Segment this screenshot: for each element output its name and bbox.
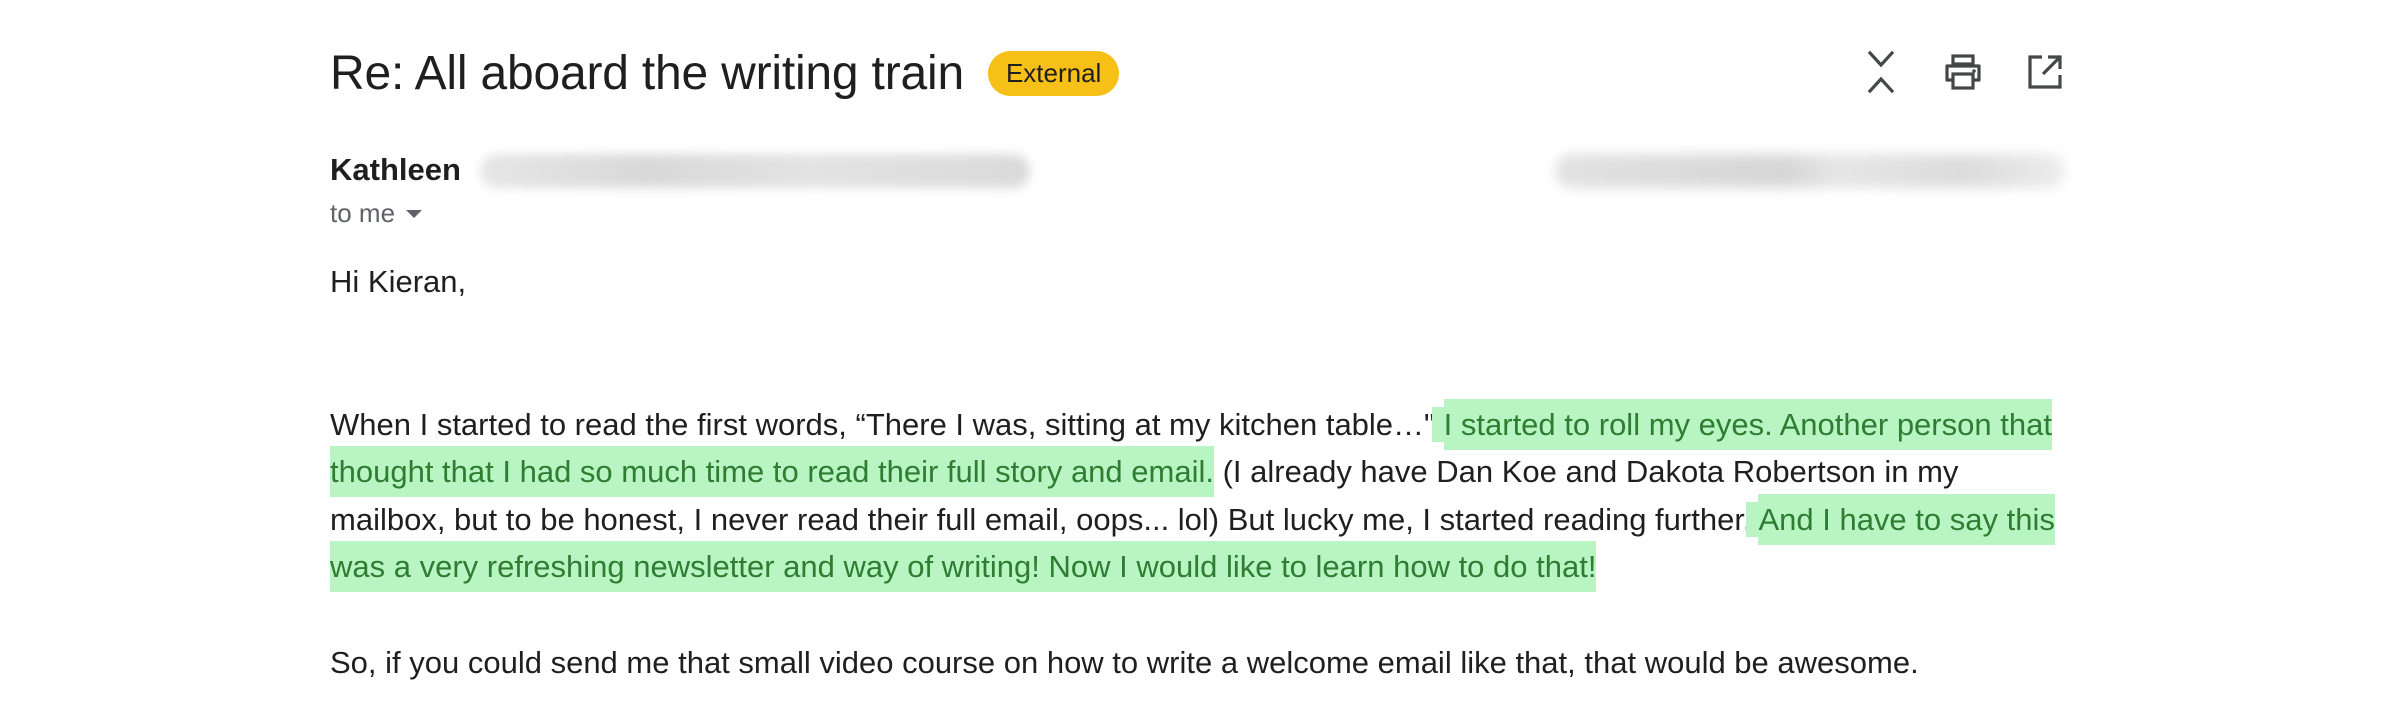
sender-row: Kathleen [330, 146, 2065, 196]
chevron-down-icon [406, 209, 423, 218]
print-icon [1945, 54, 1981, 90]
body-paragraph-1: When I started to read the first words, … [330, 401, 2065, 591]
sender-name: Kathleen [330, 152, 461, 187]
email-subject: Re: All aboard the writing train [330, 46, 964, 100]
subject-row: Re: All aboard the writing train Externa… [330, 38, 1120, 108]
email-view: Re: All aboard the writing train Externa… [330, 0, 2065, 728]
redacted-date [1555, 154, 2065, 188]
open-in-new-icon [2028, 55, 2062, 89]
redacted-sender-email [480, 154, 1030, 188]
open-in-new-window-button[interactable] [2025, 46, 2065, 98]
external-badge: External [987, 50, 1120, 96]
greeting: Hi Kieran, [330, 264, 467, 299]
collapse-all-button[interactable] [1861, 46, 1901, 98]
header-actions [1861, 46, 2065, 98]
print-button[interactable] [1943, 46, 1983, 98]
message-body: Hi Kieran, When I started to read the fi… [330, 258, 2065, 686]
recipient-label: to me [330, 198, 396, 228]
unfold-less-icon [1867, 50, 1895, 94]
body-paragraph-2: So, if you could send me that small vide… [330, 644, 1919, 680]
recipient-details-toggle[interactable]: to me [330, 198, 423, 229]
paragraph-text: When I started to read the first words, … [330, 406, 1444, 442]
